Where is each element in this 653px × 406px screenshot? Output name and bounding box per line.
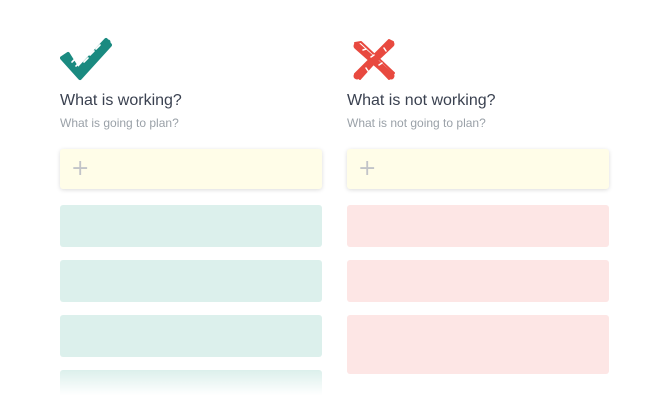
card-list — [60, 0, 322, 406]
card[interactable] — [60, 370, 322, 400]
card[interactable] — [347, 260, 609, 302]
card[interactable] — [347, 205, 609, 247]
card[interactable] — [60, 315, 322, 357]
card[interactable] — [60, 205, 322, 247]
card[interactable] — [347, 315, 609, 374]
card[interactable] — [60, 260, 322, 302]
card-list — [347, 0, 609, 406]
column-not-working: What is not working? What is not going t… — [347, 0, 609, 406]
retro-board: What is working? What is going to plan? … — [0, 0, 653, 406]
column-working: What is working? What is going to plan? … — [60, 0, 322, 406]
